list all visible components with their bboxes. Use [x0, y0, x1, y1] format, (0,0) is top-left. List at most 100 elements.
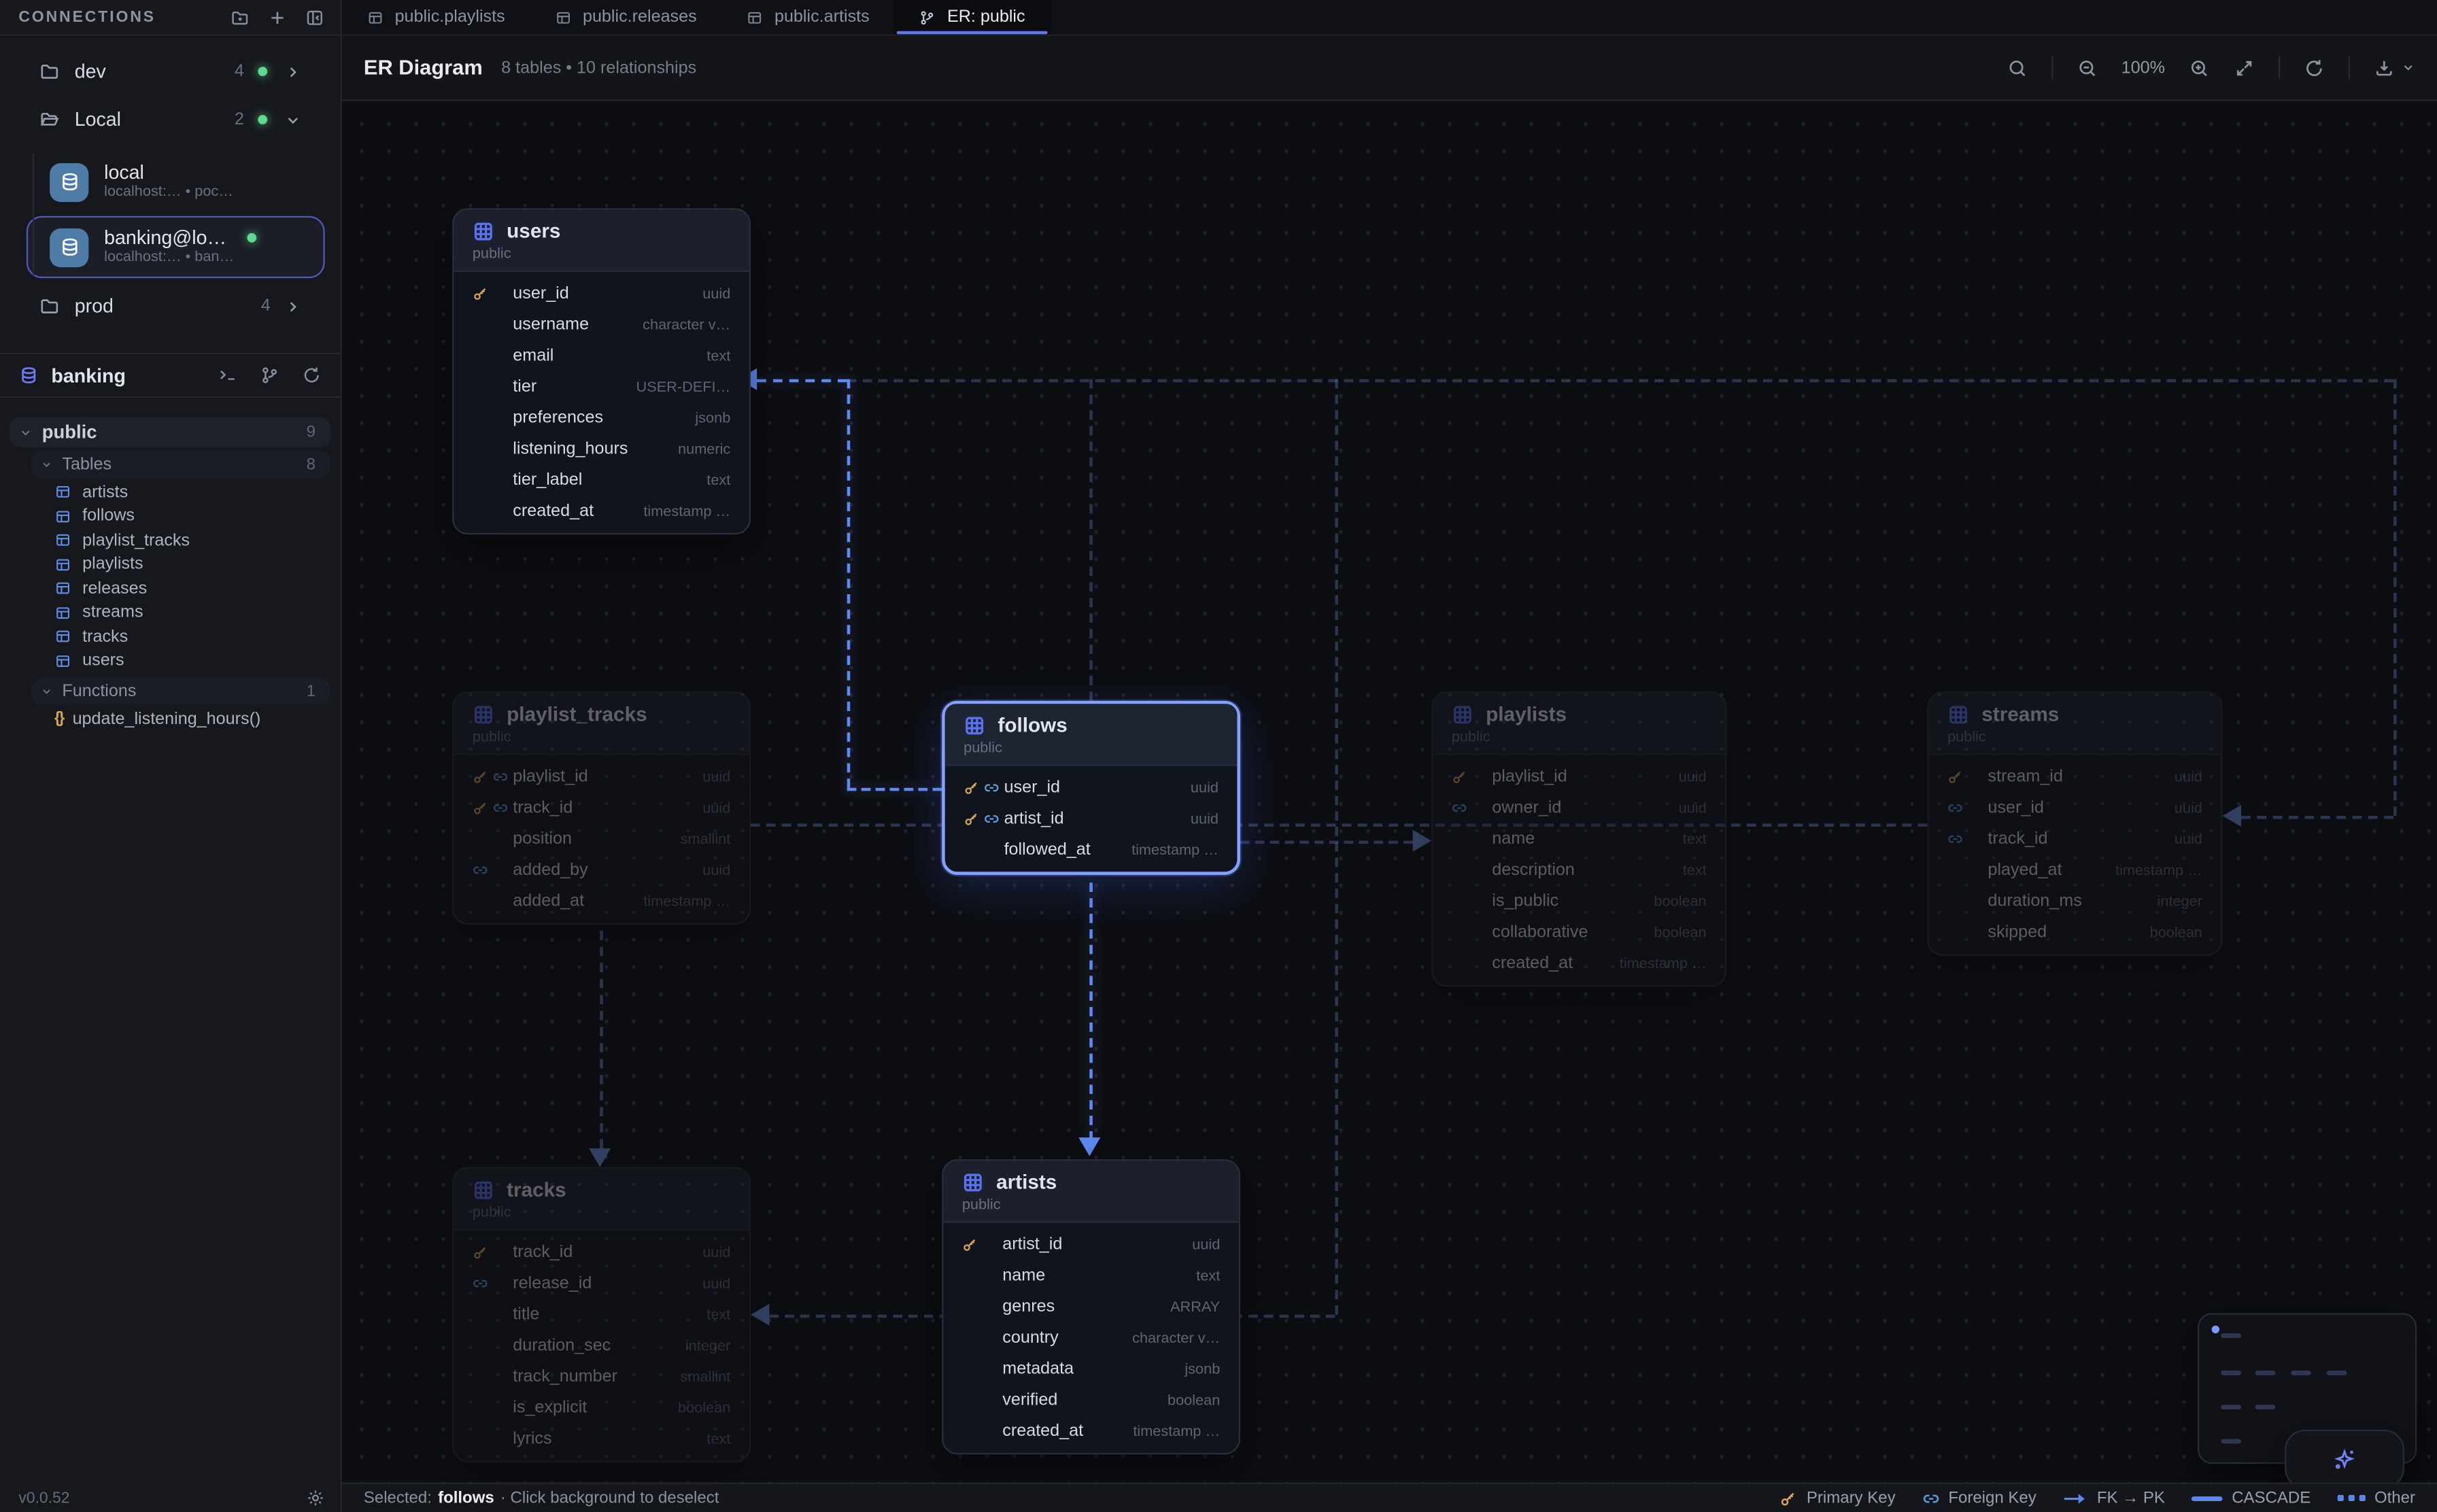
er-diagram-canvas[interactable]: users public user_id uuid — [342, 101, 2437, 1483]
table-node-tracks[interactable]: tracks public track_id uuid — [452, 1167, 751, 1462]
column-row[interactable]: lyrics text — [454, 1424, 749, 1455]
tab-public-releases[interactable]: public.releases — [530, 0, 721, 34]
column-row[interactable]: added_at timestamp … — [454, 886, 749, 917]
column-row[interactable]: genres ARRAY — [943, 1291, 1238, 1322]
column-row[interactable]: followed_at timestamp … — [945, 834, 1238, 865]
column-row[interactable]: duration_sec integer — [454, 1330, 749, 1362]
column-row[interactable]: username character v… — [454, 309, 749, 341]
column-row[interactable]: preferences jsonb — [454, 402, 749, 434]
zoom-in-button[interactable] — [2188, 56, 2210, 78]
column-row[interactable]: tier_label text — [454, 464, 749, 496]
table-icon — [54, 652, 71, 669]
table-node-streams[interactable]: streams public stream_id uuid — [1927, 691, 2222, 956]
table-node-artists[interactable]: artists public artist_id uuid — [942, 1159, 1240, 1454]
connection-item-local[interactable]: local localhost:… • poc… — [27, 151, 325, 213]
column-row[interactable]: track_id uuid — [454, 1237, 749, 1268]
sidebar-table-item[interactable]: users — [47, 649, 335, 672]
column-row[interactable]: user_id uuid — [1929, 793, 2221, 824]
column-row[interactable]: collaborative boolean — [1433, 917, 1725, 948]
er-diagram-icon — [919, 9, 936, 26]
column-row[interactable]: created_at timestamp … — [1433, 948, 1725, 979]
relationship-line — [600, 931, 603, 1148]
column-row[interactable]: track_number smallint — [454, 1361, 749, 1392]
refresh-icon[interactable] — [301, 365, 322, 385]
sidebar-table-item[interactable]: artists — [47, 480, 335, 504]
column-row[interactable]: playlist_id uuid — [1433, 761, 1725, 793]
column-type: integer — [2157, 893, 2202, 910]
sql-console-icon[interactable] — [218, 365, 238, 385]
sidebar-function-item[interactable]: { } update_listening_hours() — [47, 707, 335, 731]
column-type: uuid — [702, 1275, 730, 1292]
table-node-follows[interactable]: follows public user_id uuid — [942, 701, 1240, 875]
column-row[interactable]: position smallint — [454, 823, 749, 855]
column-row[interactable]: country character v… — [943, 1322, 1238, 1354]
column-row[interactable]: created_at timestamp … — [454, 496, 749, 527]
column-row[interactable]: owner_id uuid — [1433, 793, 1725, 824]
column-row[interactable]: artist_id uuid — [945, 804, 1238, 835]
fit-view-button[interactable] — [2234, 56, 2255, 78]
column-row[interactable]: release_id uuid — [454, 1268, 749, 1299]
column-row[interactable]: is_public boolean — [1433, 886, 1725, 917]
ai-assistant-button[interactable] — [2285, 1430, 2404, 1483]
schema-row-public[interactable]: public 9 — [10, 417, 331, 448]
refresh-diagram-button[interactable] — [2303, 56, 2325, 78]
connection-item-banking[interactable]: banking@lo… localhost:… • ban… — [27, 216, 325, 278]
app-version: v0.0.52 — [18, 1490, 306, 1507]
search-button[interactable] — [2007, 56, 2028, 78]
column-name: track_id — [1988, 830, 2174, 848]
sidebar-table-item[interactable]: follows — [47, 504, 335, 528]
settings-gear-icon[interactable] — [306, 1489, 324, 1507]
column-row[interactable]: duration_ms integer — [1929, 886, 2221, 917]
connection-group-local[interactable]: Local 2 — [16, 103, 325, 137]
sidebar-table-item[interactable]: streams — [47, 600, 335, 624]
column-row[interactable]: tier USER-DEFI… — [454, 371, 749, 402]
chevron-right-icon[interactable] — [284, 63, 301, 80]
zoom-out-button[interactable] — [2076, 56, 2098, 78]
column-row[interactable]: user_id uuid — [454, 278, 749, 309]
section-row-tables[interactable]: Tables 8 — [31, 451, 331, 479]
table-node-playlists[interactable]: playlists public playlist_id uuid — [1431, 691, 1726, 986]
add-connection-icon[interactable] — [267, 7, 288, 27]
new-folder-icon[interactable] — [230, 7, 250, 27]
export-button[interactable] — [2373, 56, 2415, 78]
column-row[interactable]: track_id uuid — [454, 793, 749, 824]
tab-er-public[interactable]: ER: public — [894, 0, 1050, 34]
column-row[interactable]: email text — [454, 341, 749, 372]
column-row[interactable]: user_id uuid — [945, 772, 1238, 804]
tab-public-playlists[interactable]: public.playlists — [342, 0, 530, 34]
column-row[interactable]: artist_id uuid — [943, 1229, 1238, 1260]
column-name: skipped — [1988, 923, 2149, 942]
column-row[interactable]: added_by uuid — [454, 855, 749, 886]
column-row[interactable]: metadata jsonb — [943, 1354, 1238, 1385]
column-row[interactable]: name text — [943, 1260, 1238, 1292]
column-row[interactable]: is_explicit boolean — [454, 1392, 749, 1424]
relationship-line — [2241, 816, 2393, 819]
sidebar-table-item[interactable]: playlist_tracks — [47, 528, 335, 552]
column-row[interactable]: listening_hours numeric — [454, 434, 749, 465]
column-row[interactable]: description text — [1433, 855, 1725, 886]
chevron-right-icon[interactable] — [284, 298, 301, 315]
group-label: dev — [75, 61, 235, 82]
column-row[interactable]: verified boolean — [943, 1385, 1238, 1416]
table-node-playlist-tracks[interactable]: playlist_tracks public playlist_id u — [452, 691, 751, 925]
sidebar-table-item[interactable]: playlists — [47, 553, 335, 577]
tab-public-artists[interactable]: public.artists — [721, 0, 894, 34]
column-row[interactable]: track_id uuid — [1929, 823, 2221, 855]
connection-group-dev[interactable]: dev 4 — [16, 54, 325, 88]
sidebar-table-item[interactable]: releases — [47, 577, 335, 600]
column-row[interactable]: playlist_id uuid — [454, 761, 749, 793]
column-row[interactable]: title text — [454, 1299, 749, 1330]
connection-group-prod[interactable]: prod 4 — [16, 289, 325, 323]
column-row[interactable]: stream_id uuid — [1929, 761, 2221, 793]
chevron-down-icon[interactable] — [284, 111, 301, 128]
collapse-sidebar-icon[interactable] — [305, 7, 325, 27]
column-row[interactable]: skipped boolean — [1929, 917, 2221, 948]
table-node-users[interactable]: users public user_id uuid — [452, 208, 751, 534]
sidebar: CONNECTIONS dev 4 — [0, 0, 342, 1512]
column-row[interactable]: name text — [1433, 823, 1725, 855]
column-row[interactable]: played_at timestamp … — [1929, 855, 2221, 886]
er-diagram-icon[interactable] — [260, 365, 280, 385]
section-row-functions[interactable]: Functions 1 — [31, 678, 331, 706]
column-row[interactable]: created_at timestamp … — [943, 1415, 1238, 1447]
sidebar-table-item[interactable]: tracks — [47, 625, 335, 649]
